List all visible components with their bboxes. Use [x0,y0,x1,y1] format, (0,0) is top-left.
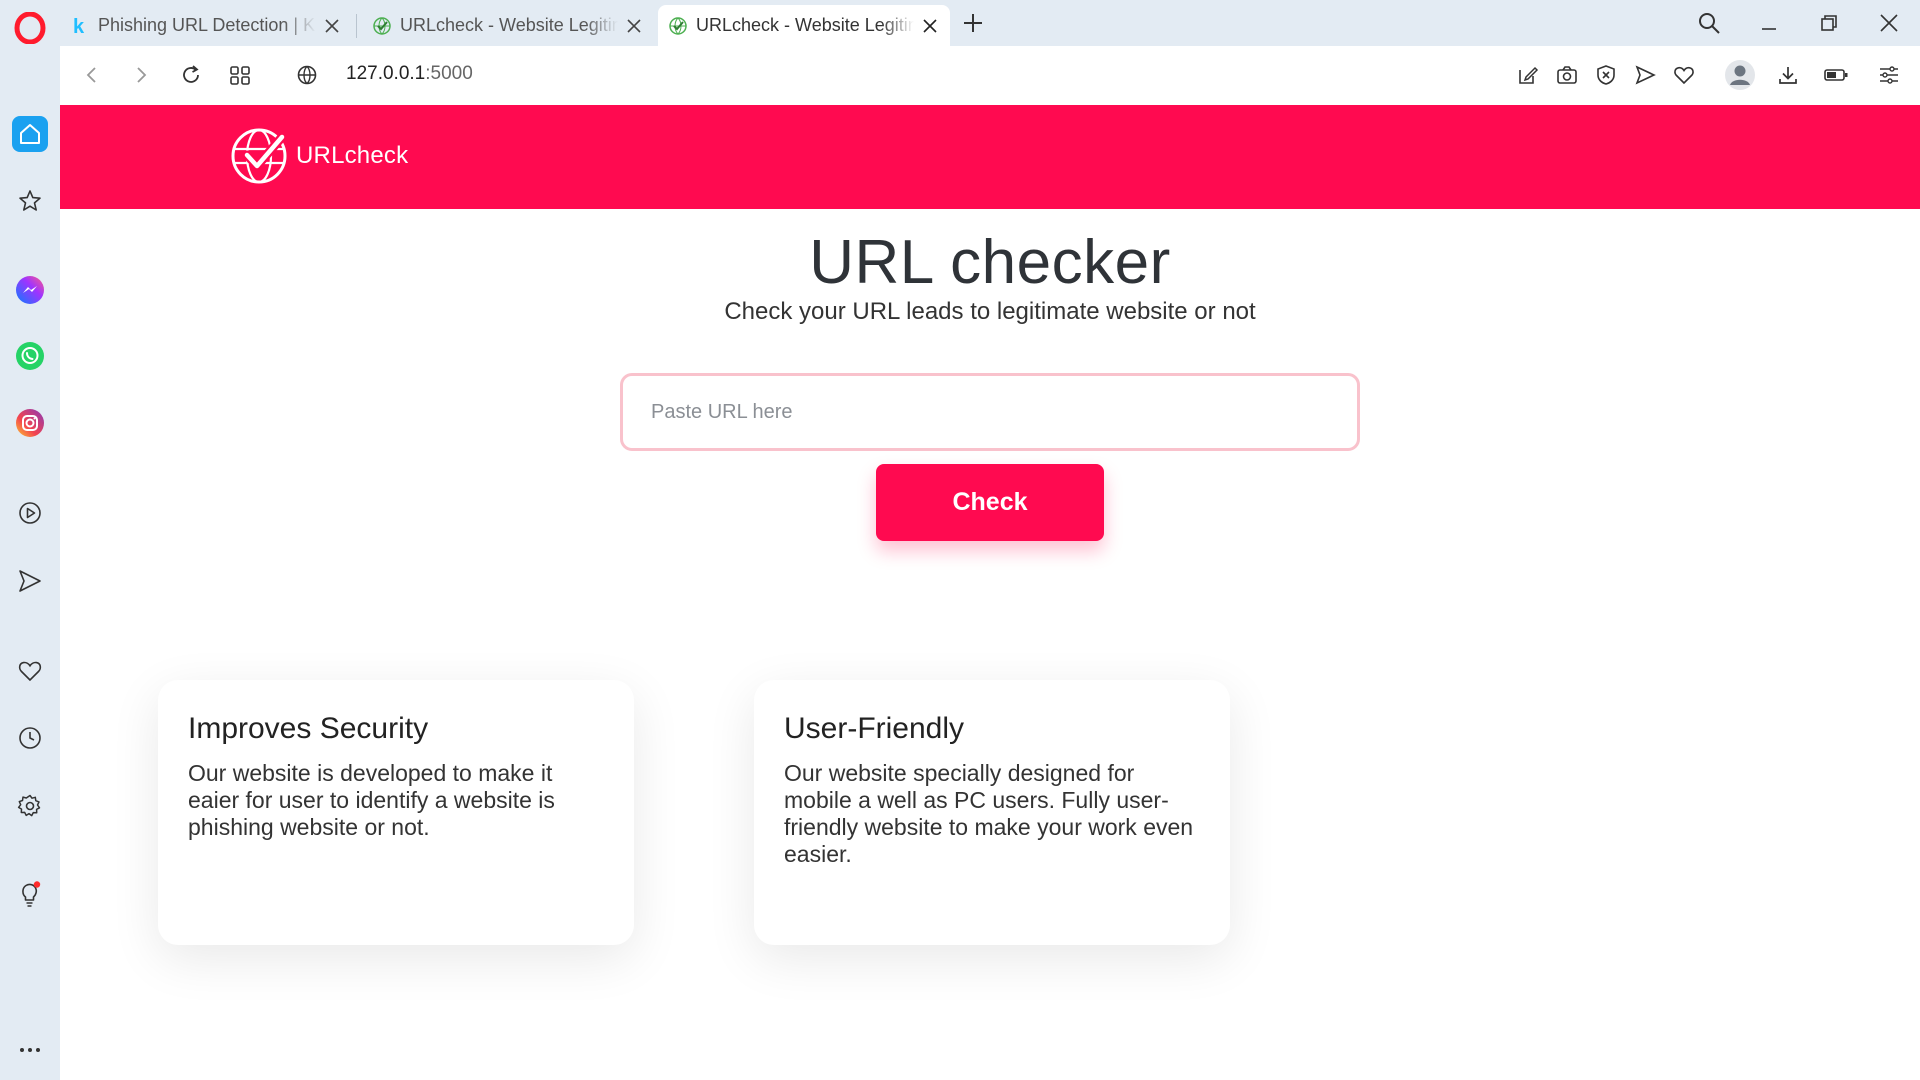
feature-text: Our website specially designed for mobil… [784,760,1194,867]
url-port: :5000 [425,63,473,84]
feature-card-security: Improves Security Our website is develop… [158,680,634,945]
heart-icon[interactable] [1670,61,1698,89]
feature-text: Our website is developed to make it eaie… [188,760,555,840]
feature-card-user-friendly: User-Friendly Our website specially desi… [754,680,1230,945]
opera-logo-icon[interactable] [14,12,46,44]
close-tab-icon[interactable] [320,14,344,38]
kaggle-icon: k [70,16,90,36]
my-flow-send-icon[interactable] [12,563,48,599]
tab-title: URLcheck - Website Legitim [400,15,618,35]
close-tab-icon[interactable] [622,14,646,38]
reload-icon[interactable] [176,60,206,90]
browser-tab-strip: k Phishing URL Detection | Ka URLcheck -… [0,0,1920,46]
tab-phishing-url-detection[interactable]: k Phishing URL Detection | Ka [60,5,354,46]
new-tab-plus-icon[interactable] [960,10,986,36]
star-icon[interactable] [12,183,48,219]
svg-text:k: k [73,16,85,36]
whatsapp-icon[interactable] [12,338,48,374]
site-info-globe-icon[interactable] [292,60,322,90]
settings-gear-icon[interactable] [12,788,48,824]
history-clock-icon[interactable] [12,720,48,756]
brand-link[interactable]: URLcheck [230,127,408,185]
messenger-icon[interactable] [12,272,48,308]
close-window-icon[interactable] [1874,8,1904,38]
feature-title: Improves Security [188,712,429,745]
page-title: URL checker [809,228,1171,297]
globe-check-icon [372,16,392,36]
minimize-window-icon[interactable] [1754,8,1784,38]
profile-avatar-icon[interactable] [1724,59,1756,91]
brand-name: URLcheck [296,142,409,169]
url-input[interactable] [620,373,1360,451]
tab-title: Phishing URL Detection | Ka [98,15,316,35]
tab-title: URLcheck - Website Legitim [696,15,914,35]
tab-urlcheck-active[interactable]: URLcheck - Website Legitim [658,5,950,46]
check-button[interactable]: Check [876,464,1104,541]
search-tabs-icon[interactable] [1694,8,1724,38]
player-icon[interactable] [12,495,48,531]
page-viewport: URLcheck URL checker Check your URL lead… [60,105,1920,1080]
tab-separator [356,14,357,38]
tips-lightbulb-icon[interactable] [12,876,48,912]
tiles-grid-icon[interactable] [225,60,255,90]
snapshot-edit-icon[interactable] [1514,61,1542,89]
address-bar: 127.0.0.1:5000 [60,46,1920,105]
close-tab-icon[interactable] [918,14,942,38]
restore-window-icon[interactable] [1814,8,1844,38]
adblock-shield-icon[interactable] [1592,61,1620,89]
globe-check-icon [668,16,688,36]
instagram-icon[interactable] [12,405,48,441]
more-dots-icon[interactable] [12,1032,48,1068]
page-subtitle: Check your URL leads to legitimate websi… [724,298,1256,325]
camera-icon[interactable] [1553,61,1581,89]
forward-arrow-icon[interactable] [126,60,156,90]
feature-title: User-Friendly [784,712,965,745]
back-arrow-icon[interactable] [77,60,107,90]
url-host: 127.0.0.1 [346,63,426,84]
download-icon[interactable] [1774,61,1802,89]
url-field[interactable]: 127.0.0.1:5000 [346,63,473,85]
tab-urlcheck-1[interactable]: URLcheck - Website Legitim [362,5,656,46]
bookmarks-heart-icon[interactable] [12,653,48,689]
home-icon[interactable] [12,116,48,152]
site-header: URLcheck [60,105,1920,209]
send-arrow-icon[interactable] [1631,61,1659,89]
easy-setup-menu-icon[interactable] [1875,61,1903,89]
browser-sidebar [0,46,60,1080]
battery-saver-icon[interactable] [1822,61,1850,89]
urlcheck-logo-icon [231,128,287,184]
